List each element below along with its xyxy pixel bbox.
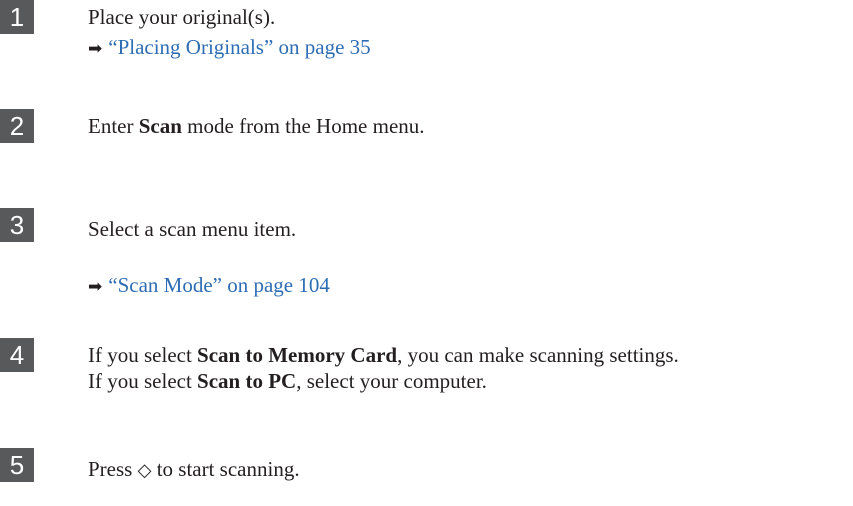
- arrow-right-icon: ➡: [88, 39, 103, 59]
- text-prefix: Press: [88, 457, 138, 481]
- arrow-right-icon: ➡: [88, 277, 103, 297]
- step-text-line-1: If you select Scan to Memory Card, you c…: [88, 342, 679, 368]
- menu-option-label: Scan to Memory Card: [197, 343, 398, 367]
- text-suffix: to start scanning.: [151, 457, 300, 481]
- step-text-line-2: If you select Scan to PC, select your co…: [88, 368, 487, 394]
- text-suffix: , you can make scanning settings.: [397, 343, 679, 367]
- start-button-icon: ◇: [137, 460, 152, 481]
- scan-mode-label: Scan: [138, 114, 182, 138]
- step-number: 1: [0, 0, 34, 34]
- step-number: 3: [0, 208, 34, 242]
- step-text: Enter Scan mode from the Home menu.: [88, 113, 425, 139]
- menu-option-label: Scan to PC: [197, 369, 297, 393]
- step-reference: ➡ “Scan Mode” on page 104: [88, 272, 330, 300]
- step-number: 5: [0, 448, 34, 482]
- step-text: Select a scan menu item.: [88, 217, 297, 241]
- text-suffix: , select your computer.: [296, 369, 487, 393]
- step-text: Place your original(s).: [88, 5, 276, 29]
- step-reference: ➡ “Placing Originals” on page 35: [88, 34, 371, 62]
- step-number: 4: [0, 338, 34, 372]
- reference-link[interactable]: “Placing Originals” on page 35: [108, 35, 370, 59]
- text-prefix: If you select: [88, 369, 198, 393]
- reference-link[interactable]: “Scan Mode” on page 104: [108, 273, 330, 297]
- text-prefix: If you select: [88, 343, 198, 367]
- text-prefix: Enter: [88, 114, 139, 138]
- step-number: 2: [0, 109, 34, 143]
- step-text: Press ◇ to start scanning.: [88, 456, 300, 484]
- text-suffix: mode from the Home menu.: [181, 114, 425, 138]
